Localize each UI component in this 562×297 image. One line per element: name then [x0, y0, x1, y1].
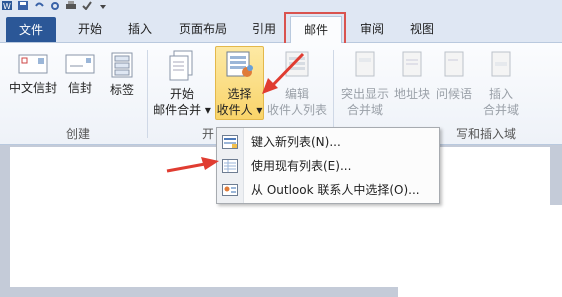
new-list-icon	[222, 135, 238, 149]
menu-item-use-existing-list[interactable]: 使用现有列表(E)...	[217, 154, 439, 178]
select-recipients-label-1: 选择	[227, 87, 252, 101]
edit-recipient-list-label-2: 收件人列表	[266, 103, 327, 117]
greeting-line-button[interactable]: 问候语	[432, 50, 476, 102]
spellcheck-icon[interactable]	[82, 1, 92, 10]
word-logo-icon: W	[2, 1, 12, 10]
insert-merge-field-button[interactable]: 插入 合并域	[478, 50, 524, 118]
existing-list-icon	[222, 159, 238, 173]
group-create-label: 创建	[65, 127, 90, 141]
address-block-label: 地址块	[393, 87, 430, 101]
select-recipients-label-2: 收件人 ▾	[216, 103, 263, 117]
group-separator	[147, 50, 148, 138]
select-recipients-icon	[226, 51, 253, 77]
tab-references[interactable]: 引用	[246, 16, 282, 42]
start-mail-merge-label-2: 邮件合并 ▾	[153, 103, 211, 117]
quick-access-toolbar: W	[0, 0, 562, 12]
menu-item-label: 使用现有列表(E)...	[251, 159, 352, 173]
tab-home[interactable]: 开始	[72, 16, 108, 42]
save-icon[interactable]	[18, 1, 28, 10]
address-block-icon	[402, 51, 422, 77]
address-block-button[interactable]: 地址块	[392, 50, 432, 102]
tab-file[interactable]: 文件	[6, 17, 56, 42]
undo-icon[interactable]	[34, 1, 44, 10]
insert-merge-field-label-1: 插入	[488, 87, 513, 101]
highlight-merge-fields-button[interactable]: 突出显示 合并域	[338, 50, 392, 118]
envelopes-button[interactable]: 信封	[62, 52, 98, 96]
print-icon[interactable]	[66, 1, 76, 10]
envelope-icon	[65, 54, 95, 74]
tab-insert[interactable]: 插入	[122, 16, 158, 42]
labels-button[interactable]: 标签	[104, 52, 140, 98]
labels-icon	[111, 52, 133, 78]
annotation-arrow-icon	[262, 52, 305, 94]
chinese-envelope-icon	[18, 54, 48, 74]
mail-merge-document-icon	[169, 50, 193, 81]
select-recipients-menu: 键入新列表(N)... 使用现有列表(E)... 从 Outlook 联系人中选…	[216, 127, 440, 204]
document-page-right[interactable]	[398, 205, 562, 297]
menu-item-type-new-list[interactable]: 键入新列表(N)...	[217, 130, 439, 154]
group-separator	[333, 50, 334, 138]
highlight-merge-fields-label-1: 突出显示	[340, 87, 389, 101]
group-start-mail-merge-label: 开	[201, 127, 214, 141]
menu-item-label: 键入新列表(N)...	[251, 135, 341, 149]
ribbon-tab-bar: 文件 开始 插入 页面布局 引用 邮件 审阅 视图	[0, 12, 562, 43]
customize-toolbar-icon[interactable]	[98, 1, 108, 10]
outlook-contacts-icon	[222, 184, 238, 196]
envelopes-label: 信封	[67, 81, 92, 95]
start-mail-merge-button[interactable]: 开始 邮件合并 ▾	[152, 50, 212, 118]
menu-item-select-outlook-contacts[interactable]: 从 Outlook 联系人中选择(O)...	[217, 178, 439, 202]
annotation-arrow-icon	[166, 157, 219, 173]
redo-icon[interactable]	[50, 1, 60, 10]
start-mail-merge-label-1: 开始	[169, 87, 194, 101]
annotation-highlight-box	[284, 12, 346, 45]
group-write-insert-fields-label: 写和插入域	[455, 127, 516, 141]
insert-merge-field-icon	[491, 51, 511, 77]
insert-merge-field-label-2: 合并域	[482, 103, 519, 117]
labels-label: 标签	[109, 83, 134, 97]
select-recipients-button[interactable]: 选择 收件人 ▾	[215, 50, 264, 118]
greeting-line-icon	[444, 51, 464, 77]
chinese-envelope-button[interactable]: 中文信封	[4, 52, 62, 96]
tab-view[interactable]: 视图	[404, 16, 440, 42]
highlight-merge-fields-label-2: 合并域	[346, 103, 383, 117]
greeting-line-label: 问候语	[435, 87, 472, 101]
chinese-envelope-label: 中文信封	[8, 81, 57, 95]
svg-text:W: W	[3, 2, 11, 10]
menu-item-label: 从 Outlook 联系人中选择(O)...	[251, 183, 420, 197]
tab-review[interactable]: 审阅	[354, 16, 390, 42]
tab-page-layout[interactable]: 页面布局	[172, 16, 234, 42]
highlight-merge-fields-icon	[355, 51, 375, 77]
